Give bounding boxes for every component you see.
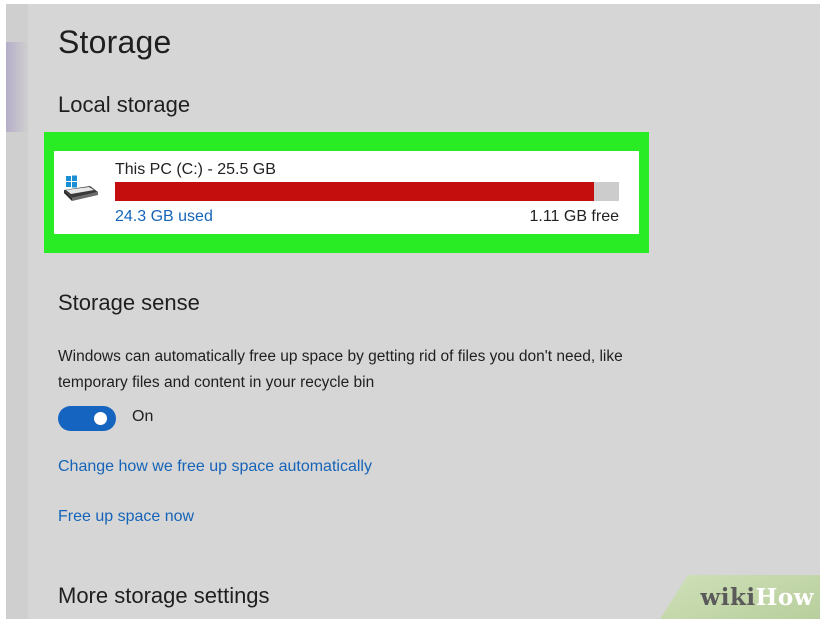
page-title: Storage (58, 24, 172, 60)
usage-bar (115, 182, 619, 201)
change-free-space-link[interactable]: Change how we free up space automaticall… (58, 458, 372, 476)
free-up-space-now-link[interactable]: Free up space now (58, 508, 194, 526)
toggle-state-label: On (132, 408, 154, 425)
storage-sense-heading: Storage sense (58, 290, 200, 315)
wikihow-watermark: wikiHow (660, 575, 820, 619)
watermark-wiki: wiki (700, 584, 756, 611)
settings-window: Storage Local storage This PC (C:) - 25.… (6, 4, 820, 619)
storage-sense-toggle[interactable] (58, 406, 116, 431)
toggle-knob (94, 412, 107, 425)
nav-strip (6, 4, 28, 619)
settings-content: Storage Local storage This PC (C:) - 25.… (44, 4, 820, 619)
watermark-logo: wikiHow (700, 584, 814, 611)
nav-accent (6, 42, 28, 132)
free-space-label: 1.11 GB free (529, 208, 619, 225)
more-storage-settings-heading: More storage settings (58, 583, 270, 608)
storage-sense-description: Windows can automatically free up space … (58, 348, 623, 391)
drive-c-item[interactable]: This PC (C:) - 25.5 GB 24.3 GB used 1.11… (54, 151, 639, 234)
watermark-how: How (755, 584, 814, 611)
windows-drive-icon (60, 172, 100, 204)
drive-name: This PC (C:) - 25.5 GB (115, 161, 276, 178)
drive-highlight-box: This PC (C:) - 25.5 GB 24.3 GB used 1.11… (44, 132, 649, 253)
usage-bar-fill (115, 182, 594, 201)
used-space-label: 24.3 GB used (115, 208, 213, 225)
local-storage-heading: Local storage (58, 92, 191, 117)
